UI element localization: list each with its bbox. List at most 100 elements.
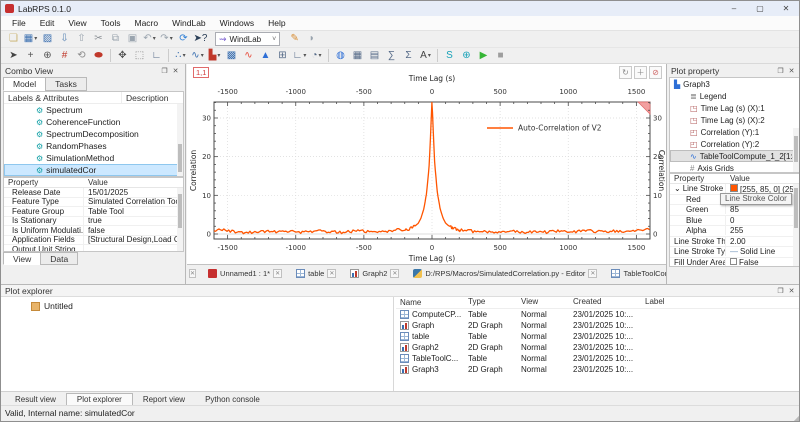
tab-close-icon[interactable]: ✕ (327, 269, 336, 278)
tab-model[interactable]: Model (3, 77, 46, 91)
undo-button[interactable]: ↶▾ (142, 32, 157, 47)
tree-scrollbar[interactable] (177, 104, 183, 176)
table-row[interactable]: Graph2D GraphNormal23/01/2025 10:... (396, 320, 800, 331)
tab-view[interactable]: View (3, 252, 41, 265)
plot-refresh-icon[interactable]: ↻ (619, 66, 632, 79)
grid-table-button[interactable]: ▦ (350, 48, 365, 63)
layer-badge[interactable]: 1,1 (193, 67, 209, 78)
redo-button[interactable]: ↷▾ (159, 32, 174, 47)
minimize-icon[interactable]: – (721, 1, 747, 16)
mdi-tab-d-rps-macros-simulatedco[interactable]: D:/RPS/Macros/SimulatedCorrelation.py - … (409, 266, 601, 281)
bar-plot-button[interactable]: ▙▾ (207, 48, 222, 63)
curve-property-row[interactable]: Fill Under AreaFalse (670, 258, 799, 268)
macro-run-button[interactable]: ◗ (304, 32, 319, 47)
ellipse-button[interactable]: ⬬ (91, 48, 106, 63)
close-panel-icon[interactable]: ✕ (786, 285, 797, 296)
run-button[interactable]: ▶ (476, 48, 491, 63)
stop-button[interactable]: ■ (493, 48, 508, 63)
simulation-button[interactable]: S (442, 48, 457, 63)
plot-tree-item[interactable]: ◳Time Lag (s) (X):1 (670, 102, 799, 114)
close-icon[interactable]: ✕ (773, 1, 799, 16)
mdi-tab-tabletoolcompute[interactable]: TableToolCompute✕ (607, 266, 666, 281)
zoom-box-button[interactable]: ⬚ (132, 48, 147, 63)
property-row[interactable]: Application Fields[Structural Design,Loa… (4, 236, 183, 246)
float-panel-icon[interactable]: ❐ (775, 285, 786, 296)
dock-tab-result-view[interactable]: Result view (5, 394, 66, 405)
menu-macro[interactable]: Macro (127, 18, 165, 28)
property-row[interactable]: Release Date15/01/2025 (4, 188, 183, 198)
pie-plot-button[interactable]: ◔▾ (309, 48, 324, 63)
curve-property-row[interactable]: Blue0 (670, 216, 799, 227)
mdi-tab-graph2[interactable]: Graph2✕ (346, 266, 403, 281)
menu-windows[interactable]: Windows (213, 18, 261, 28)
property-row[interactable]: Feature GroupTable Tool (4, 207, 183, 217)
workbench-selector[interactable]: ⇝WindLab˅ (215, 32, 280, 46)
menu-tools[interactable]: Tools (94, 18, 128, 28)
sigma-button[interactable]: Σ (401, 48, 416, 63)
paste-button[interactable]: ▣ (125, 32, 140, 47)
plot-tree-item[interactable]: ◳Time Lag (s) (X):2 (670, 114, 799, 126)
property-row[interactable]: Is Uniform Modulati...false (4, 226, 183, 236)
checkbox-icon[interactable] (730, 258, 737, 265)
rotate-button[interactable]: ⟲ (74, 48, 89, 63)
menu-file[interactable]: File (5, 18, 33, 28)
sheet-button[interactable]: ▤ (367, 48, 382, 63)
tree-item-spectrum[interactable]: ⚙Spectrum (4, 104, 183, 116)
property-row[interactable]: Feature TypeSimulated Correlation Tool (4, 198, 183, 208)
float-panel-icon[interactable]: ❐ (159, 65, 170, 76)
plot-remove-layer-icon[interactable]: ⊘ (649, 66, 662, 79)
macro-edit-button[interactable]: ✎ (287, 32, 302, 47)
plot-canvas[interactable]: 1,1 ↻ ＋ ⊘ -1500-1500-1000-1000-500-50000… (187, 64, 666, 264)
curve-property-row[interactable]: Green85 (670, 205, 799, 216)
curve-property-scrollbar[interactable] (793, 184, 799, 266)
move-button[interactable]: ✥ (115, 48, 130, 63)
property-row[interactable]: Is Stationarytrue (4, 217, 183, 227)
close-panel-icon[interactable]: ✕ (170, 65, 181, 76)
plot-tree-scrollbar[interactable] (793, 128, 799, 172)
open-folder-button[interactable]: ▨ (40, 32, 55, 47)
mdi-tab-unnamed1-1-[interactable]: Unnamed1 : 1*✕ (204, 266, 286, 281)
crosshair-button[interactable]: + (23, 48, 38, 63)
curve-property-row[interactable]: Alpha255 (670, 226, 799, 237)
plot-tree-item[interactable]: ◰Correlation (Y):1 (670, 126, 799, 138)
cut-button[interactable]: ✂ (91, 32, 106, 47)
menu-windlab[interactable]: WindLab (165, 18, 213, 28)
curve-property-row[interactable]: Line Stroke Type—Solid Line (670, 247, 799, 258)
import-button[interactable]: ⇩ (57, 32, 72, 47)
hidden-tab-close-icon[interactable]: ✕ (189, 269, 196, 278)
tree-item-coherencefunction[interactable]: ⚙CoherenceFunction (4, 116, 183, 128)
target-button[interactable]: ⊕ (40, 48, 55, 63)
line-plot-button[interactable]: ∿▾ (190, 48, 205, 63)
tab-tasks[interactable]: Tasks (45, 77, 87, 91)
close-panel-icon[interactable]: ✕ (786, 65, 797, 76)
whats-this-button[interactable]: ➤? (193, 32, 208, 47)
area-plot-button[interactable]: ▲ (258, 48, 273, 63)
axes-button[interactable]: ∟ (149, 48, 164, 63)
pointer-button[interactable]: ➤ (6, 48, 21, 63)
plot-tree-root[interactable]: ▙Graph3 (670, 78, 799, 90)
plot-tree-item[interactable]: ≣Legend (670, 90, 799, 102)
tree-item-simulatedcor[interactable]: ⚙simulatedCor (4, 164, 183, 176)
add-table-button[interactable]: ⊞ (275, 48, 290, 63)
table-row[interactable]: Graph32D GraphNormal23/01/2025 10:... (396, 364, 800, 375)
explorer-tree-item[interactable]: Untitled (1, 297, 393, 311)
table-row[interactable]: tableTableNormal23/01/2025 10:... (396, 331, 800, 342)
mdi-tab-table[interactable]: table✕ (292, 266, 340, 281)
tab-close-icon[interactable]: ✕ (588, 269, 597, 278)
sum-button[interactable]: ∑ (384, 48, 399, 63)
new-file-button[interactable]: ❏ (6, 32, 21, 47)
dock-tab-report-view[interactable]: Report view (133, 394, 195, 405)
scatter-plot-button[interactable]: ∴▾ (173, 48, 188, 63)
table-row[interactable]: ComputeCP...TableNormal23/01/2025 10:... (396, 309, 800, 320)
plot-tree-item[interactable]: ◰Correlation (Y):2 (670, 138, 799, 150)
plot-tree-item[interactable]: #Axis Grids (670, 162, 799, 173)
curve-property-row[interactable]: Line Stroke Thi...2.00 (670, 237, 799, 248)
dock-tab-python-console[interactable]: Python console (195, 394, 270, 405)
axis-plot-button[interactable]: ∟▾ (292, 48, 307, 63)
copy-button[interactable]: ⧉ (108, 32, 123, 47)
tab-data[interactable]: Data (40, 252, 78, 265)
export-button[interactable]: ⇧ (74, 32, 89, 47)
sphere-button[interactable]: ◍ (333, 48, 348, 63)
table-row[interactable]: Graph22D GraphNormal23/01/2025 10:... (396, 342, 800, 353)
tree-item-simulationmethod[interactable]: ⚙SimulationMethod (4, 152, 183, 164)
